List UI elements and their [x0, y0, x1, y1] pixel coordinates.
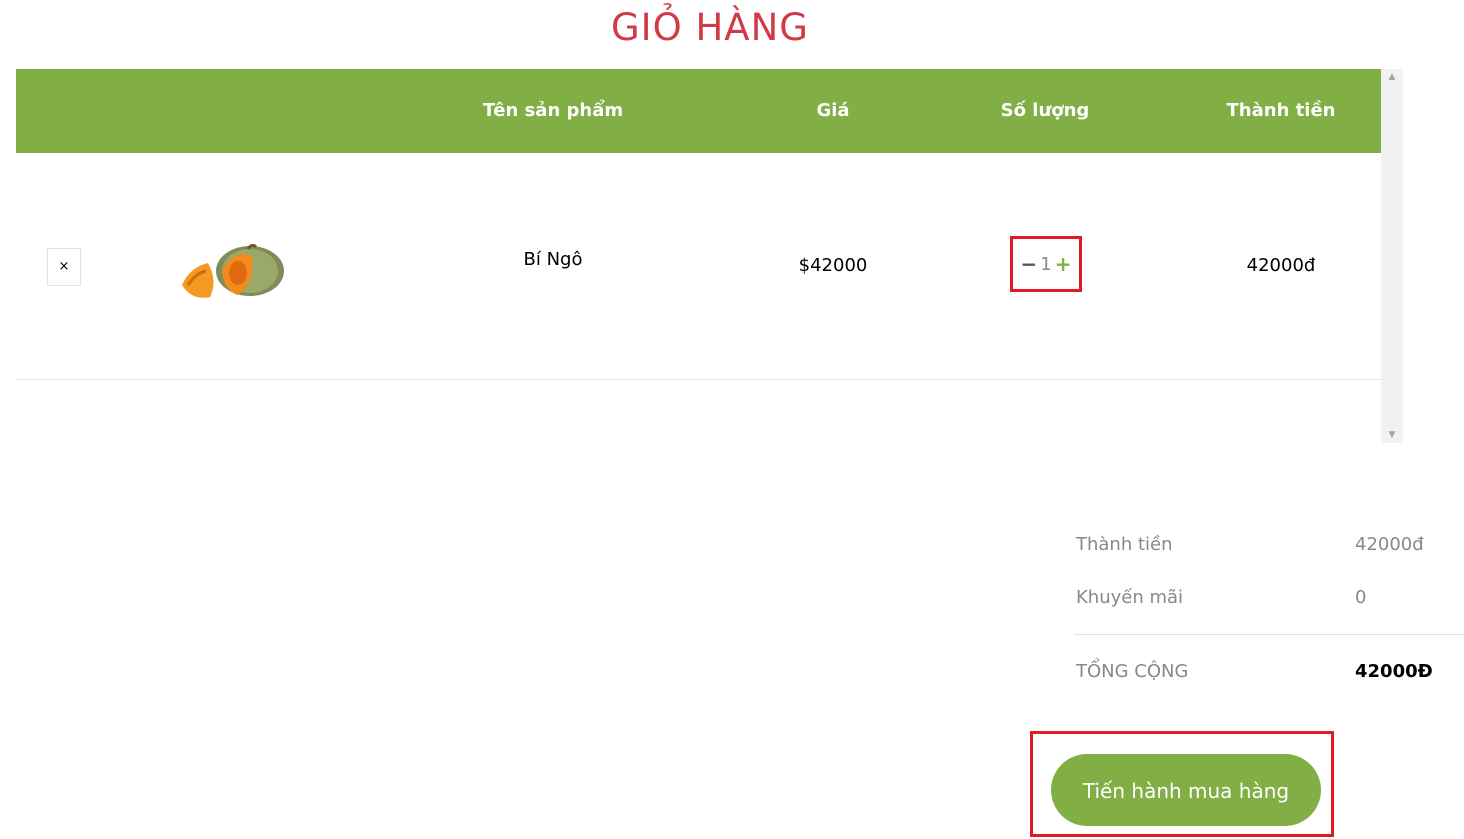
- quantity-stepper: − 1 +: [1010, 236, 1082, 292]
- subtotal-value: 42000đ: [1355, 534, 1424, 555]
- checkout-button[interactable]: Tiến hành mua hàng: [1051, 754, 1321, 826]
- remove-item-button[interactable]: ×: [47, 248, 81, 286]
- header-price: Giá: [816, 100, 850, 121]
- table-scrollbar[interactable]: ▲ ▼: [1381, 69, 1403, 443]
- total-value: 42000Đ: [1355, 661, 1433, 682]
- pumpkin-image[interactable]: [178, 241, 288, 307]
- close-icon: ×: [58, 259, 70, 274]
- discount-value: 0: [1355, 587, 1367, 608]
- quantity-value[interactable]: 1: [1040, 254, 1051, 275]
- cart-table: Tên sản phẩm Giá Số lượng Thành tiền × B…: [16, 69, 1403, 443]
- total-label: TỔNG CỘNG: [1076, 661, 1189, 682]
- discount-label: Khuyến mãi: [1076, 587, 1184, 608]
- summary-divider: [1074, 634, 1464, 635]
- line-total: 42000đ: [1246, 255, 1316, 276]
- table-row: × Bí Ngô $42000 − 1 + 42000đ: [16, 153, 1381, 380]
- scroll-up-icon[interactable]: ▲: [1381, 72, 1403, 82]
- page-title: GIỎ HÀNG: [611, 6, 809, 49]
- subtotal-label: Thành tiền: [1076, 534, 1173, 555]
- cart-page: GIỎ HÀNG Tên sản phẩm Giá Số lượng Thành…: [0, 0, 1464, 839]
- product-name[interactable]: Bí Ngô: [453, 249, 653, 270]
- scroll-down-icon[interactable]: ▼: [1381, 430, 1403, 440]
- header-quantity: Số lượng: [1000, 100, 1090, 121]
- product-price: $42000: [798, 255, 868, 276]
- plus-icon[interactable]: +: [1055, 254, 1072, 274]
- header-product-name: Tên sản phẩm: [482, 100, 624, 121]
- minus-icon[interactable]: −: [1021, 254, 1038, 274]
- header-line-total: Thành tiền: [1226, 100, 1336, 121]
- table-header: Tên sản phẩm Giá Số lượng Thành tiền: [16, 69, 1381, 153]
